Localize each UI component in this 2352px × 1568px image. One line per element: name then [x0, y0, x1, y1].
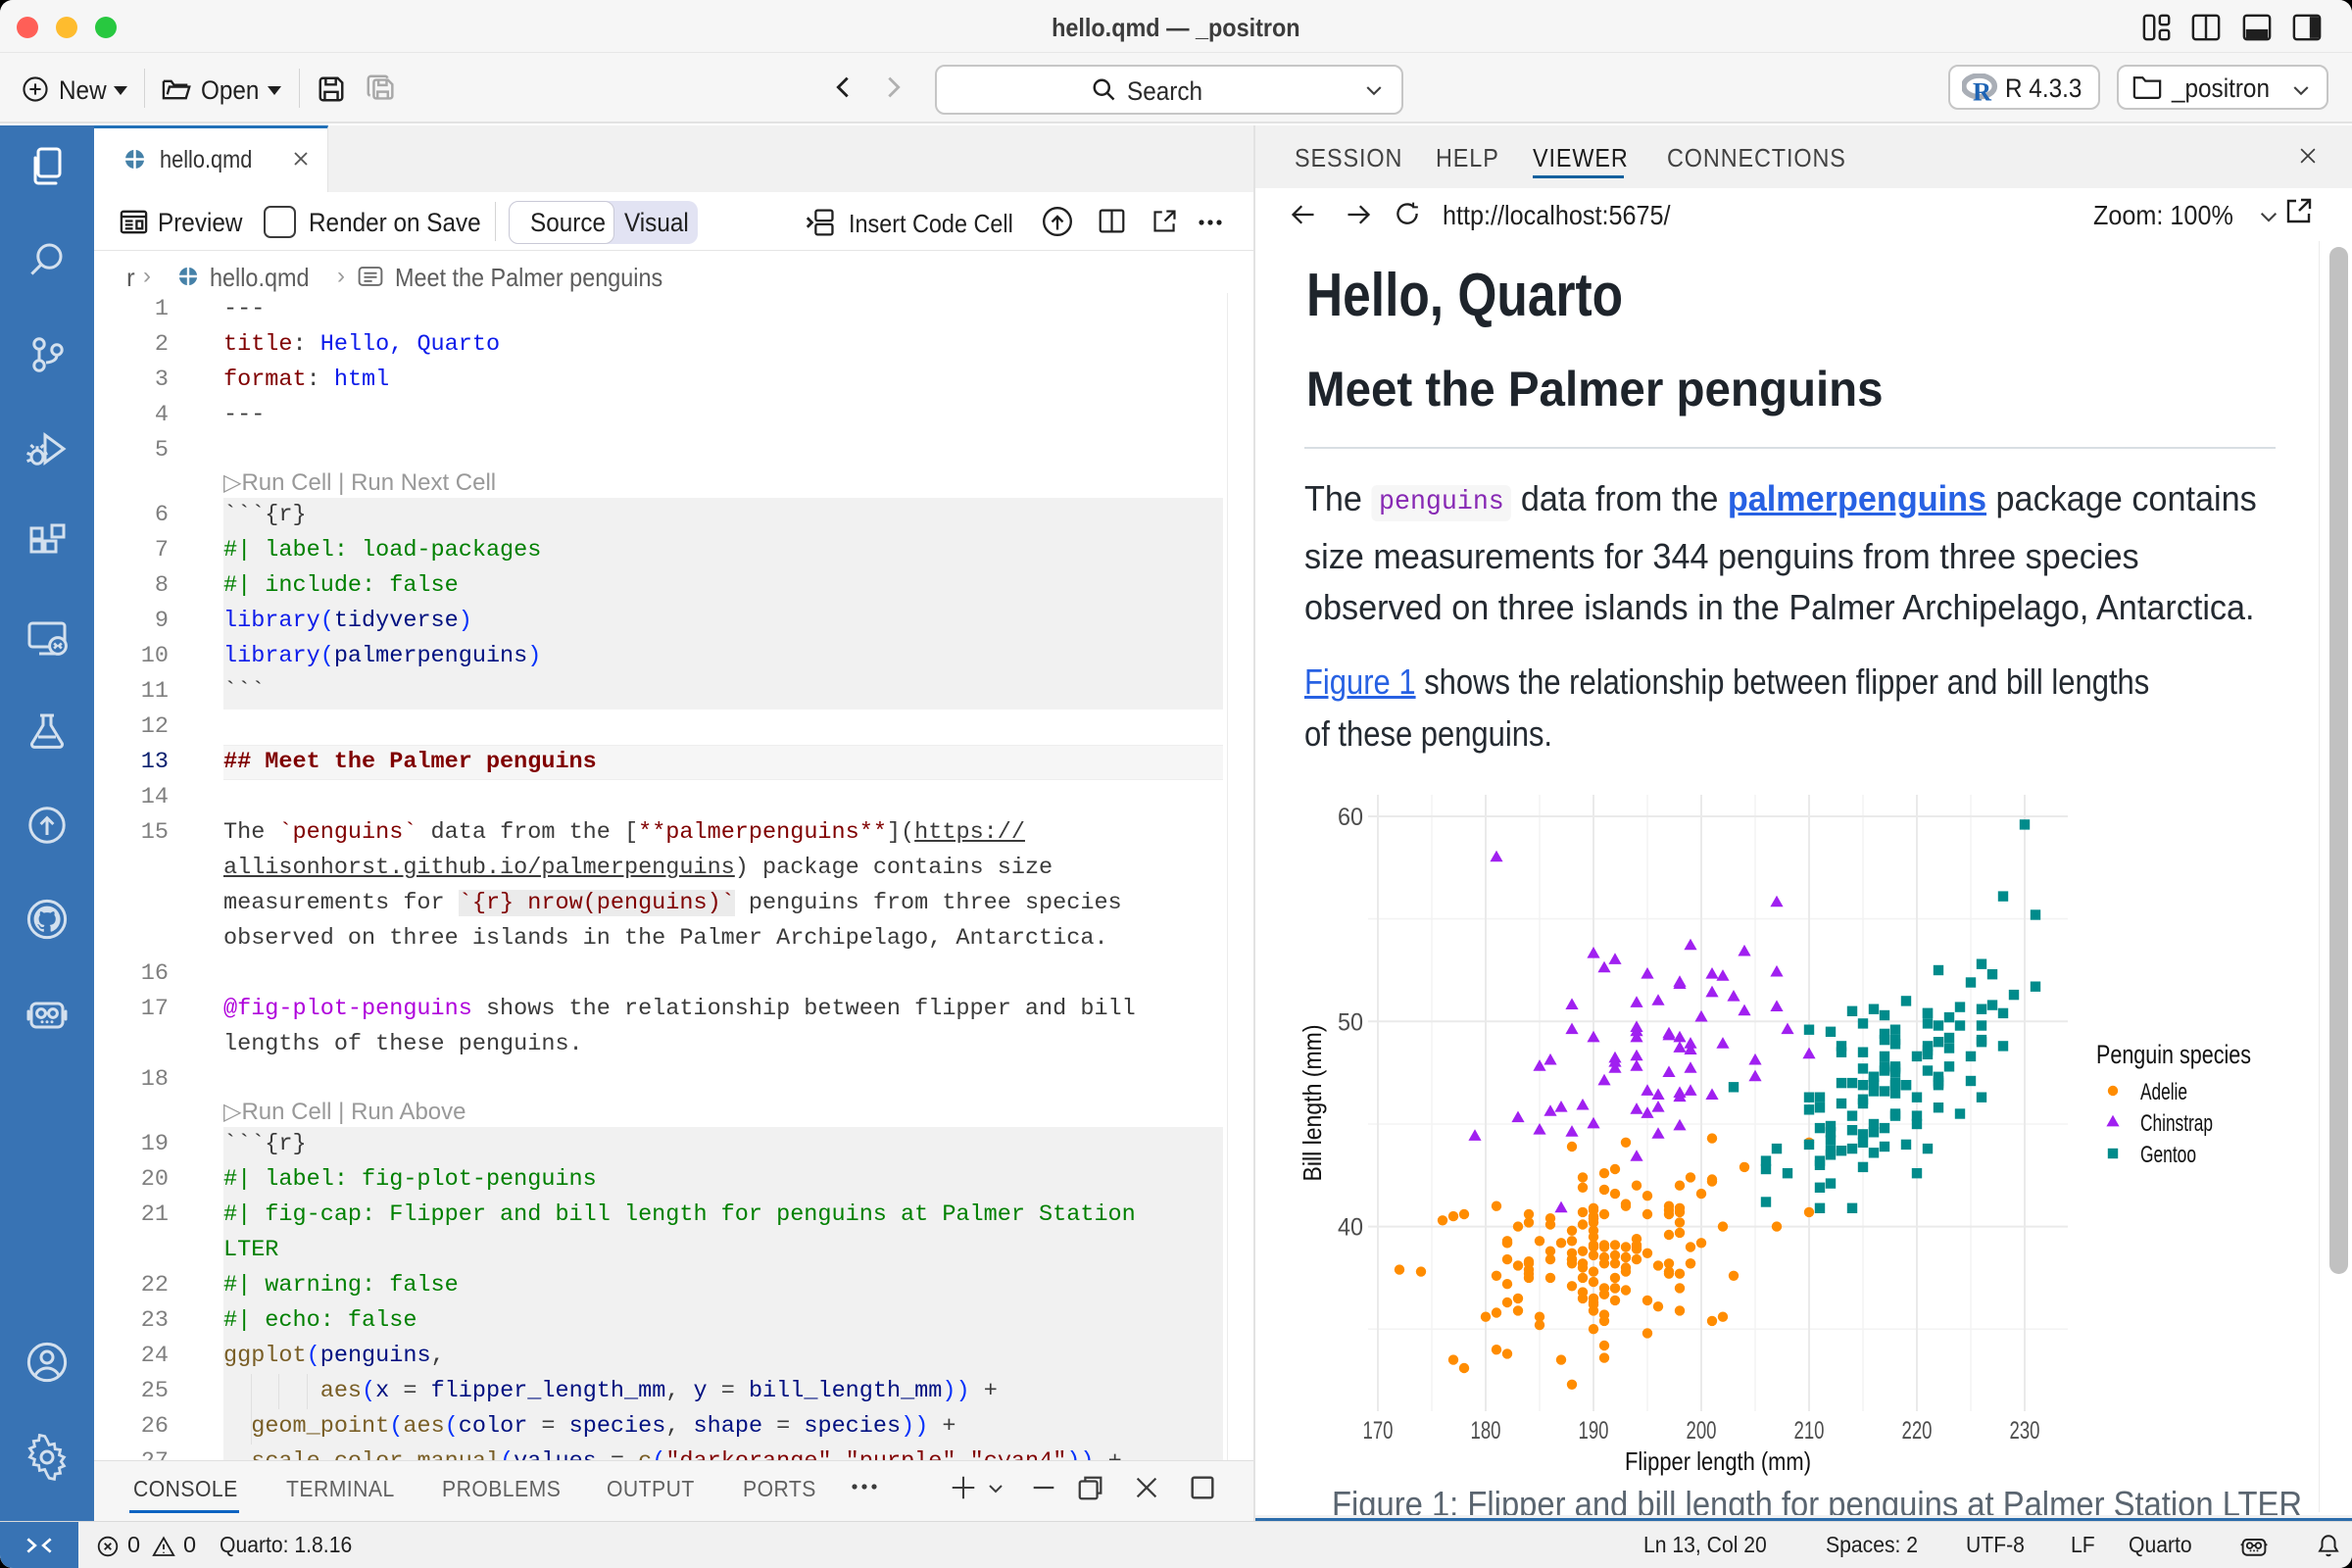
svg-text:Flipper length (mm): Flipper length (mm) [1625, 1446, 1811, 1476]
svg-text:200: 200 [1687, 1417, 1717, 1445]
svg-text:Chinstrap: Chinstrap [2140, 1110, 2213, 1137]
svg-text:Gentoo: Gentoo [2140, 1142, 2196, 1168]
svg-text:R: R [1973, 77, 1992, 103]
svg-text:170: 170 [1363, 1417, 1394, 1445]
svg-text:180: 180 [1471, 1417, 1501, 1445]
svg-text:210: 210 [1794, 1417, 1825, 1445]
svg-text:50: 50 [1338, 1008, 1363, 1036]
svg-text:230: 230 [2010, 1417, 2040, 1445]
svg-text:Bill length (mm): Bill length (mm) [1298, 1025, 1327, 1182]
svg-text:Adelie: Adelie [2140, 1079, 2187, 1105]
svg-text:Penguin species: Penguin species [2096, 1040, 2251, 1069]
svg-text:40: 40 [1338, 1214, 1363, 1242]
svg-text:220: 220 [1902, 1417, 1933, 1445]
svg-text:190: 190 [1579, 1417, 1609, 1445]
svg-text:60: 60 [1338, 804, 1363, 831]
